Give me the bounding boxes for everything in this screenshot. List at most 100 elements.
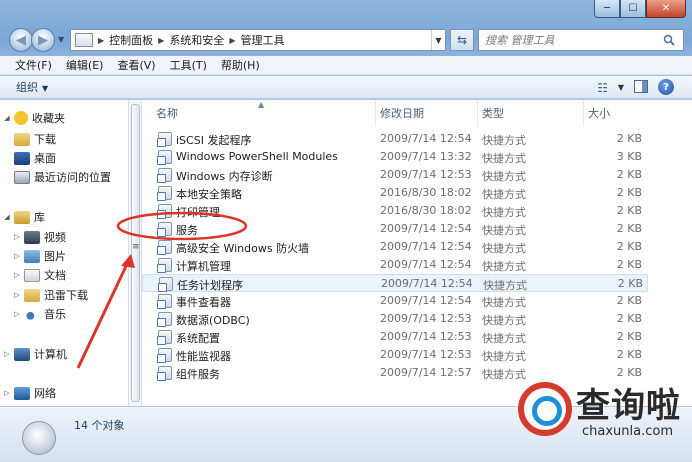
tree-item-label: 音乐 <box>44 308 66 321</box>
tree-item-xunlei[interactable]: ▷ 迅雷下载 <box>12 286 88 304</box>
tree-item-recent[interactable]: 最近访问的位置 <box>12 168 111 186</box>
table-row[interactable]: 任务计划程序 2009/7/14 12:54 快捷方式 2 KB <box>142 274 648 292</box>
navpane-scrollbar-thumb[interactable] <box>131 104 140 402</box>
tree-item-videos[interactable]: ▷ 视频 <box>12 228 66 246</box>
back-button[interactable]: ◀ <box>9 28 33 52</box>
shortcut-icon <box>157 168 172 183</box>
breadcrumb-admin-tools[interactable]: 管理工具 <box>240 32 284 48</box>
tree-item-desktop[interactable]: 桌面 <box>12 149 56 167</box>
search-input[interactable] <box>485 33 655 47</box>
menu-file[interactable]: 文件(F) <box>8 57 59 73</box>
menu-view[interactable]: 查看(V) <box>110 57 162 73</box>
collapse-arrow-icon[interactable]: ▷ <box>2 350 12 358</box>
tree-item-label: 下载 <box>34 133 56 146</box>
column-header-name[interactable]: 名称 <box>142 100 376 126</box>
breadcrumb-control-panel[interactable]: 控制面板 <box>109 32 153 48</box>
breadcrumb-chevron-icon[interactable]: ▶ <box>229 36 235 45</box>
table-row[interactable]: 高级安全 Windows 防火墙 2009/7/14 12:54 快捷方式 2 KB <box>142 238 648 256</box>
grip-icon: ≡ <box>132 242 140 252</box>
file-type: 快捷方式 <box>482 260 526 273</box>
table-row[interactable]: Windows PowerShell Modules 2009/7/14 13:3… <box>142 148 648 166</box>
shortcut-icon <box>157 204 172 219</box>
file-type: 快捷方式 <box>482 242 526 255</box>
refresh-button[interactable]: ⇆ <box>450 29 474 51</box>
collapse-arrow-icon[interactable]: ▷ <box>12 271 22 279</box>
tree-libraries[interactable]: ◢ 库 <box>2 208 45 226</box>
refresh-icon: ⇆ <box>456 33 468 47</box>
tree-item-label: 最近访问的位置 <box>34 171 111 184</box>
collapse-arrow-icon[interactable]: ▷ <box>12 291 22 299</box>
tree-computer[interactable]: ▷ 计算机 <box>2 345 67 363</box>
breadcrumb-chevron-icon[interactable]: ▶ <box>158 36 164 45</box>
file-name: 高级安全 Windows 防火墙 <box>176 242 310 255</box>
file-type: 快捷方式 <box>482 170 526 183</box>
table-row[interactable]: 数据源(ODBC) 2009/7/14 12:53 快捷方式 2 KB <box>142 310 648 328</box>
column-header-size[interactable]: 大小 <box>584 100 648 126</box>
close-button[interactable]: ✕ <box>646 0 686 18</box>
music-icon <box>24 307 40 321</box>
minimize-button[interactable]: ─ <box>594 0 620 18</box>
forward-button[interactable]: ▶ <box>31 28 55 52</box>
computer-icon <box>14 347 30 361</box>
change-view-icon[interactable]: ☷ <box>597 81 608 95</box>
menu-help[interactable]: 帮助(H) <box>214 57 267 73</box>
file-size: 2 KB <box>616 294 642 307</box>
collapse-arrow-icon[interactable]: ▷ <box>12 252 22 260</box>
table-row[interactable]: 本地安全策略 2016/8/30 18:02 快捷方式 2 KB <box>142 184 648 202</box>
tree-item-label: 视频 <box>44 231 66 244</box>
table-row[interactable]: 打印管理 2016/8/30 18:02 快捷方式 2 KB <box>142 202 648 220</box>
search-box[interactable] <box>478 29 684 51</box>
maximize-button[interactable]: ☐ <box>620 0 646 18</box>
library-icon <box>14 210 30 224</box>
file-name: 本地安全策略 <box>176 188 242 201</box>
table-row[interactable]: iSCSI 发起程序 2009/7/14 12:54 快捷方式 2 KB <box>142 130 648 148</box>
tree-network[interactable]: ▷ 网络 <box>2 384 56 402</box>
expand-arrow-icon[interactable]: ◢ <box>2 213 12 221</box>
tree-favorites-label: 收藏夹 <box>32 112 65 125</box>
file-date: 2009/7/14 12:57 <box>380 366 472 379</box>
menu-edit[interactable]: 编辑(E) <box>59 57 111 73</box>
tree-item-downloads[interactable]: 下载 <box>12 130 56 148</box>
breadcrumb-system-security[interactable]: 系统和安全 <box>169 32 224 48</box>
search-icon[interactable] <box>663 34 675 46</box>
collapse-arrow-icon[interactable]: ▷ <box>12 310 22 318</box>
file-size: 2 KB <box>616 240 642 253</box>
file-name: 服务 <box>176 224 198 237</box>
collapse-arrow-icon[interactable]: ▷ <box>12 233 22 241</box>
column-header-type[interactable]: 类型 <box>478 100 584 126</box>
menu-tools[interactable]: 工具(T) <box>163 57 214 73</box>
address-bar[interactable]: ▶ 控制面板 ▶ 系统和安全 ▶ 管理工具 ▼ <box>70 29 446 51</box>
item-count: 14 个对象 <box>74 419 125 432</box>
tree-item-label: 文档 <box>44 269 66 282</box>
view-options-dropdown-icon[interactable]: ▼ <box>618 83 624 92</box>
expand-arrow-icon[interactable]: ◢ <box>2 114 12 122</box>
column-header-date[interactable]: 修改日期 <box>376 100 478 126</box>
shortcut-icon <box>157 132 172 147</box>
organize-button[interactable]: 组织 ▼ <box>16 79 48 95</box>
table-row[interactable]: 系统配置 2009/7/14 12:53 快捷方式 2 KB <box>142 328 648 346</box>
breadcrumb-chevron-icon[interactable]: ▶ <box>98 36 104 45</box>
downloads-folder-icon <box>14 132 30 146</box>
table-row[interactable]: Windows 内存诊断 2009/7/14 12:53 快捷方式 2 KB <box>142 166 648 184</box>
magnifier-logo-icon <box>518 382 572 436</box>
preview-pane-icon[interactable] <box>634 80 648 93</box>
pane-splitter[interactable]: ≡ <box>128 100 142 406</box>
file-type: 快捷方式 <box>482 134 526 147</box>
desktop-icon <box>14 151 30 165</box>
file-size: 2 KB <box>616 204 642 217</box>
table-row[interactable]: 事件查看器 2009/7/14 12:54 快捷方式 2 KB <box>142 292 648 310</box>
file-date: 2009/7/14 12:54 <box>380 240 472 253</box>
collapse-arrow-icon[interactable]: ▷ <box>2 389 12 397</box>
table-row[interactable]: 服务 2009/7/14 12:54 快捷方式 2 KB <box>142 220 648 238</box>
organize-label: 组织 <box>16 81 38 94</box>
table-row[interactable]: 性能监视器 2009/7/14 12:53 快捷方式 2 KB <box>142 346 648 364</box>
address-dropdown-icon[interactable]: ▼ <box>431 30 445 50</box>
tree-item-music[interactable]: ▷ 音乐 <box>12 305 66 323</box>
shortcut-icon <box>157 150 172 165</box>
tree-favorites[interactable]: ◢ 收藏夹 <box>2 109 65 127</box>
tree-item-documents[interactable]: ▷ 文档 <box>12 266 66 284</box>
table-row[interactable]: 计算机管理 2009/7/14 12:54 快捷方式 2 KB <box>142 256 648 274</box>
recent-pages-dropdown-icon[interactable]: ▼ <box>58 35 64 44</box>
tree-item-pictures[interactable]: ▷ 图片 <box>12 247 66 265</box>
help-icon[interactable]: ? <box>658 79 674 95</box>
